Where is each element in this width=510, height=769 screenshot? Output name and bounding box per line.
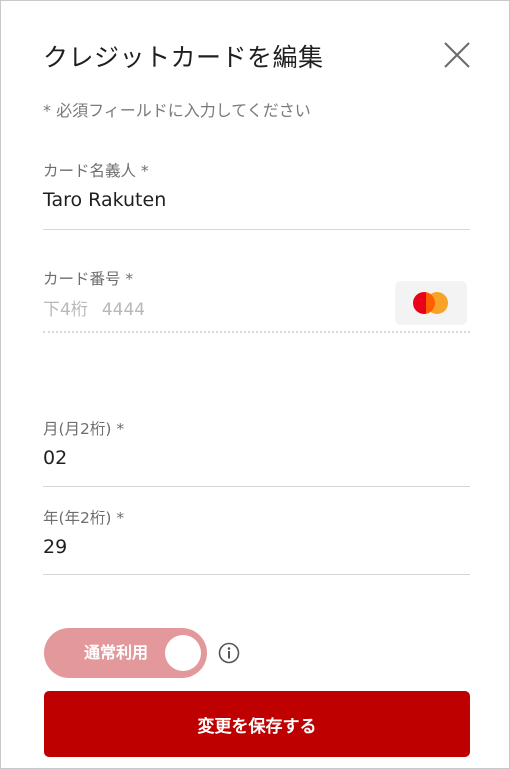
edit-credit-card-dialog: クレジットカードを編集 * 必須フィールドに入力してください カード名義人 * … <box>0 0 510 769</box>
required-fields-note: * 必須フィールドに入力してください <box>43 101 311 120</box>
card-number-last4: 4444 <box>101 300 146 320</box>
default-use-toggle-label: 通常利用 <box>84 643 149 662</box>
card-number-prefix: 下4桁 <box>43 300 88 320</box>
save-changes-button[interactable]: 変更を保存する <box>44 691 470 757</box>
expiry-year-label: 年(年2桁) * <box>43 509 125 527</box>
card-number-field: カード番号 * 下4桁 4444 <box>43 267 470 335</box>
cardholder-input[interactable]: Taro Rakuten <box>43 189 470 211</box>
expiry-month-underline <box>43 486 470 487</box>
expiry-month-input[interactable]: 02 <box>43 447 470 469</box>
expiry-year-field[interactable]: 年(年2桁) * 29 <box>43 506 470 578</box>
card-number-underline <box>43 331 470 333</box>
expiry-month-label: 月(月2桁) * <box>43 420 125 438</box>
close-icon[interactable] <box>441 39 473 71</box>
info-icon[interactable] <box>218 642 240 664</box>
cardholder-field[interactable]: カード名義人 * Taro Rakuten <box>43 159 470 231</box>
cardholder-label: カード名義人 * <box>43 162 149 180</box>
expiry-year-input[interactable]: 29 <box>43 536 470 558</box>
expiry-month-field[interactable]: 月(月2桁) * 02 <box>43 417 470 489</box>
mastercard-icon <box>395 281 467 325</box>
toggle-knob[interactable] <box>165 635 201 671</box>
expiry-year-underline <box>43 574 470 575</box>
default-use-toggle[interactable]: 通常利用 <box>44 628 207 678</box>
dialog-title: クレジットカードを編集 <box>43 43 324 72</box>
cardholder-underline <box>43 229 470 230</box>
